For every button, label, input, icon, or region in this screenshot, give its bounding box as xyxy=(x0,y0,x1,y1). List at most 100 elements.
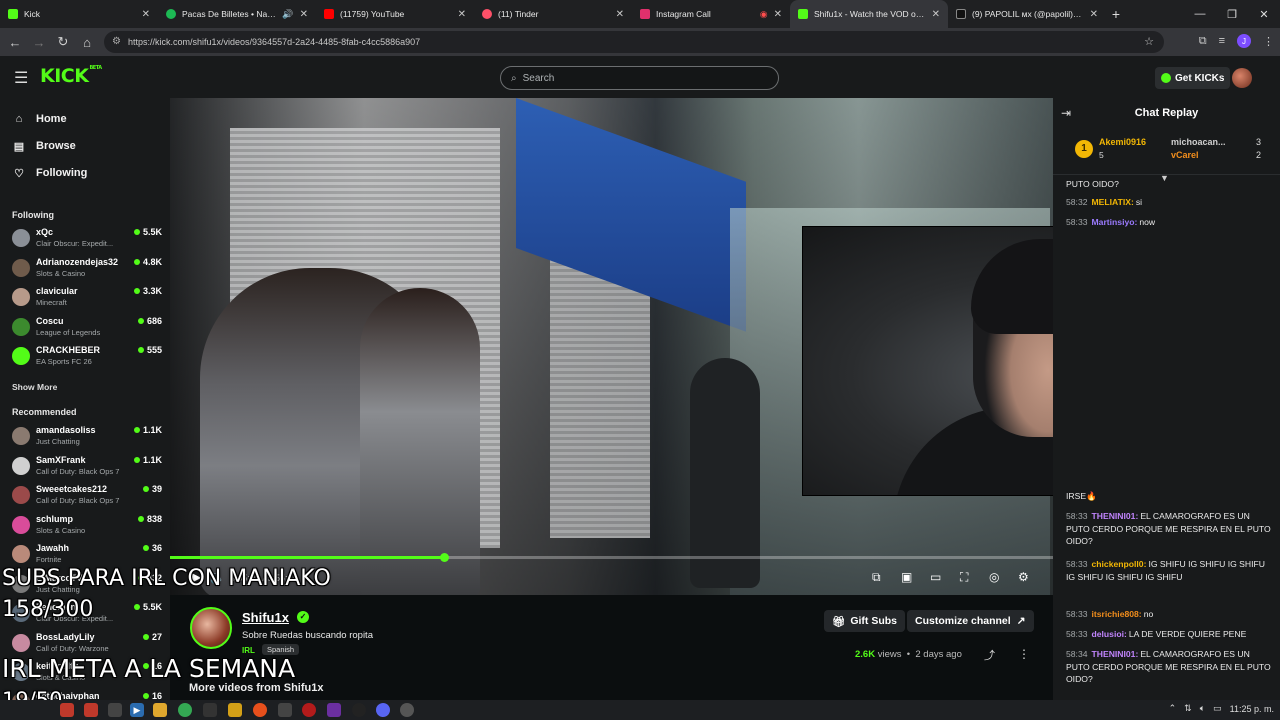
sidebar-channel[interactable]: Jawahh Fortnite 36 xyxy=(12,540,162,568)
user-avatar[interactable] xyxy=(1232,68,1252,88)
home-icon[interactable]: ⌂ xyxy=(75,35,99,50)
sidebar-channel[interactable]: SamXFrank Call of Duty: Black Ops 7 1.1K xyxy=(12,452,162,480)
speaker-icon[interactable]: 🔊 xyxy=(282,9,293,20)
close-icon[interactable]: ✕ xyxy=(458,9,466,20)
app-icon[interactable] xyxy=(228,703,242,717)
network-icon[interactable]: ⇅ xyxy=(1184,703,1192,714)
back-icon[interactable]: ← xyxy=(3,35,27,50)
sidebar-channel[interactable]: CRACKHEBER EA Sports FC 26 555 xyxy=(12,342,162,370)
sidebar-channel[interactable]: BossLadyLily Call of Duty: Warzone 27 xyxy=(12,629,162,657)
chat-username[interactable]: itsrichie808: xyxy=(1092,609,1142,619)
chat-username[interactable]: Martinsiyo: xyxy=(1092,217,1138,227)
minimize-icon[interactable]: — xyxy=(1184,0,1216,28)
channel-avatar[interactable] xyxy=(190,607,232,649)
bookmark-star-icon[interactable]: ☆ xyxy=(1144,35,1154,48)
tab-kick-vod[interactable]: Shifu1x - Watch the VOD on Ki ✕ xyxy=(790,0,948,28)
volume-icon[interactable]: 🔈︎ xyxy=(1200,703,1205,714)
site-info-icon[interactable]: ⚙ xyxy=(112,36,121,47)
app-icon[interactable] xyxy=(400,703,414,717)
tab-youtube[interactable]: (11759) YouTube ✕ xyxy=(316,0,474,28)
sidebar-channel[interactable]: Adrianozendejas32 Slots & Casino 4.8K xyxy=(12,254,162,282)
new-tab-button[interactable]: + xyxy=(1106,0,1126,28)
gifter-name[interactable]: vCarel xyxy=(1171,150,1199,160)
media-icon[interactable]: ≡ xyxy=(1219,35,1225,47)
app-icon[interactable] xyxy=(60,703,74,717)
chat-username[interactable]: delusioi: xyxy=(1092,629,1127,639)
sidebar-item-home[interactable]: ⌂ Home xyxy=(12,109,67,129)
close-icon[interactable]: ✕ xyxy=(300,9,308,20)
fullscreen-icon[interactable]: ⛶ xyxy=(960,570,968,585)
settings-gear-icon[interactable]: ⚙ xyxy=(1018,570,1029,584)
video-player[interactable]: ▶ 🔈 3:05:04 / 9:55:14 ⧉ ▣ ▭ ⛶ ◎ ⚙ xyxy=(170,98,1053,595)
close-icon[interactable]: ✕ xyxy=(1090,9,1098,20)
app-icon[interactable] xyxy=(352,703,366,717)
gifter-name[interactable]: Akemi0916 xyxy=(1099,137,1146,147)
chevron-up-icon[interactable]: ⌃ xyxy=(1169,703,1177,714)
close-icon[interactable]: ✕ xyxy=(616,9,624,20)
following-section-title: Following xyxy=(12,210,54,220)
extensions-icon[interactable]: ⧉ xyxy=(1199,35,1207,48)
menu-kebab-icon[interactable]: ⋮ xyxy=(1263,35,1274,48)
tab-instagram[interactable]: Instagram Call ◉ ✕ xyxy=(632,0,790,28)
app-icon[interactable] xyxy=(84,703,98,717)
clip-icon[interactable]: ⧉ xyxy=(872,570,881,585)
reload-icon[interactable]: ↻ xyxy=(51,34,75,50)
speed-icon[interactable]: ◎ xyxy=(989,570,999,584)
theater-icon[interactable]: ▭ xyxy=(930,570,941,584)
app-icon[interactable] xyxy=(108,703,122,717)
hamburger-menu-icon[interactable]: ☰ xyxy=(14,68,28,88)
search-input[interactable]: ⌕ Search xyxy=(500,66,779,90)
folder-icon[interactable] xyxy=(153,703,167,717)
pip-icon[interactable]: ▣ xyxy=(901,570,912,584)
sidebar-channel[interactable]: schlump Slots & Casino 838 xyxy=(12,511,162,539)
app-icon[interactable] xyxy=(253,703,267,717)
sidebar-channel[interactable]: Sweeetcakes212 Call of Duty: Black Ops 7 3… xyxy=(12,481,162,509)
kick-logo[interactable]: KICKBETA xyxy=(40,65,102,87)
sidebar-channel[interactable]: amandasoliss Just Chatting 1.1K xyxy=(12,422,162,450)
chat-username[interactable]: THENINI01: xyxy=(1092,511,1139,521)
app-icon[interactable] xyxy=(203,703,217,717)
chat-message: PUTO OIDO? xyxy=(1066,178,1271,191)
sidebar-item-browse[interactable]: ▤ Browse xyxy=(12,136,76,156)
close-icon[interactable]: ✕ xyxy=(142,9,150,20)
channel-name[interactable]: Shifu1x xyxy=(242,610,289,625)
chat-text: now xyxy=(1139,217,1156,227)
tab-tinder[interactable]: (11) Tinder ✕ xyxy=(474,0,632,28)
tab-kick[interactable]: Kick ✕ xyxy=(0,0,158,28)
profile-avatar[interactable]: J xyxy=(1237,34,1251,48)
tab-title: Shifu1x - Watch the VOD on Ki xyxy=(814,9,926,19)
app-icon[interactable] xyxy=(302,703,316,717)
app-icon[interactable] xyxy=(327,703,341,717)
app-icon[interactable] xyxy=(278,703,292,717)
get-kicks-button[interactable]: Get KICKs xyxy=(1155,67,1231,89)
restore-icon[interactable]: ❐ xyxy=(1216,0,1248,28)
sidebar-channel[interactable]: Coscu League of Legends 686 xyxy=(12,313,162,341)
tab-spotify[interactable]: Pacas De Billetes • Natanael 🔊 ✕ xyxy=(158,0,316,28)
video-progress-bar[interactable] xyxy=(170,553,1053,562)
sidebar-item-following[interactable]: ♡ Following xyxy=(12,163,87,183)
sidebar-channel[interactable]: clavicular Minecraft 3.3K xyxy=(12,283,162,311)
video-progress-knob[interactable] xyxy=(440,553,449,562)
gifter-name[interactable]: michoacan... xyxy=(1171,137,1247,147)
discord-icon[interactable] xyxy=(376,703,390,717)
close-icon[interactable]: ✕ xyxy=(774,9,782,20)
keyboard-icon[interactable]: ▭ xyxy=(1213,703,1222,714)
more-options-icon[interactable]: ⋮ xyxy=(1018,647,1030,661)
forward-icon[interactable]: → xyxy=(27,35,51,50)
tab-x[interactable]: (9) PAPOLIL мх (@papolil) / X ✕ xyxy=(948,0,1106,28)
chat-username[interactable]: chickenpoll0: xyxy=(1092,559,1147,569)
chat-username[interactable]: THENINI01: xyxy=(1092,649,1139,659)
taskbar-clock[interactable]: 11:25 p. m. xyxy=(1230,704,1274,714)
share-icon[interactable]: ⤴ xyxy=(984,647,995,663)
url-field[interactable]: ⚙ https://kick.com/shifu1x/videos/936455… xyxy=(104,31,1164,53)
chat-username[interactable]: MELIATIX: xyxy=(1092,197,1134,207)
app-icon[interactable]: ▶ xyxy=(130,703,144,717)
sidebar-channel[interactable]: xQc Clair Obscur: Expedit... 5.5K xyxy=(12,224,162,252)
video-stats: 2.6K views • 2 days ago xyxy=(855,649,962,660)
show-more-button[interactable]: Show More xyxy=(12,382,57,392)
close-icon[interactable]: ✕ xyxy=(932,9,940,20)
customize-channel-button[interactable]: Customize channel ↗ xyxy=(907,610,1034,632)
chrome-icon[interactable] xyxy=(178,703,192,717)
close-window-icon[interactable]: ✕ xyxy=(1248,0,1280,28)
gift-subs-button[interactable]: 🎁︎ Gift Subs xyxy=(824,610,906,632)
